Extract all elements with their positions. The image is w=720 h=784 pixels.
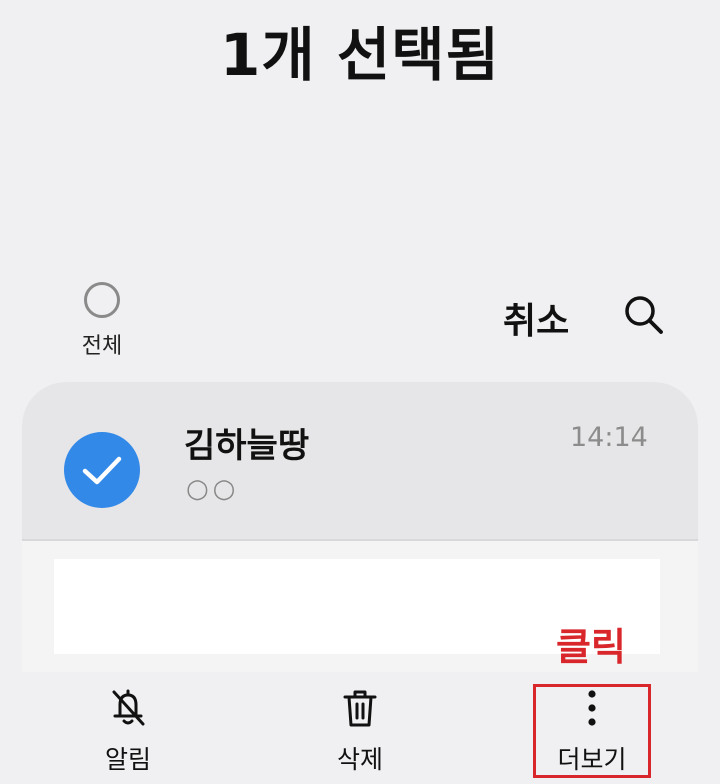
message-preview: ○○	[186, 474, 240, 504]
contact-name: 김하늘땅	[184, 426, 310, 466]
notification-label: 알림	[104, 745, 151, 774]
message-time: 14:14	[570, 422, 648, 453]
bell-off-icon	[112, 689, 145, 726]
search-icon[interactable]	[622, 293, 666, 337]
page-title: 1개 선택됨	[220, 21, 500, 89]
select-all-label: 전체	[81, 334, 123, 359]
delete-button[interactable]: 삭제	[300, 686, 420, 776]
select-all-checkbox[interactable]	[84, 282, 120, 318]
conversation-item[interactable]: 김하늘땅 ○○ 14:14	[22, 382, 698, 541]
click-annotation: 클릭	[556, 625, 626, 669]
checkmark-icon	[82, 456, 122, 485]
trash-icon	[343, 690, 377, 727]
cancel-button[interactable]: 취소	[503, 292, 569, 344]
click-highlight-box	[533, 684, 651, 778]
delete-label: 삭제	[336, 745, 383, 774]
selected-checkmark-avatar[interactable]	[64, 432, 140, 508]
select-all-button[interactable]: 전체	[72, 282, 132, 360]
screen: 1개 선택됨 전체 취소 김하늘땅 ○○ 14:14 클릭 알림 삭제 더보기	[0, 0, 720, 784]
notification-button[interactable]: 알림	[68, 686, 188, 776]
